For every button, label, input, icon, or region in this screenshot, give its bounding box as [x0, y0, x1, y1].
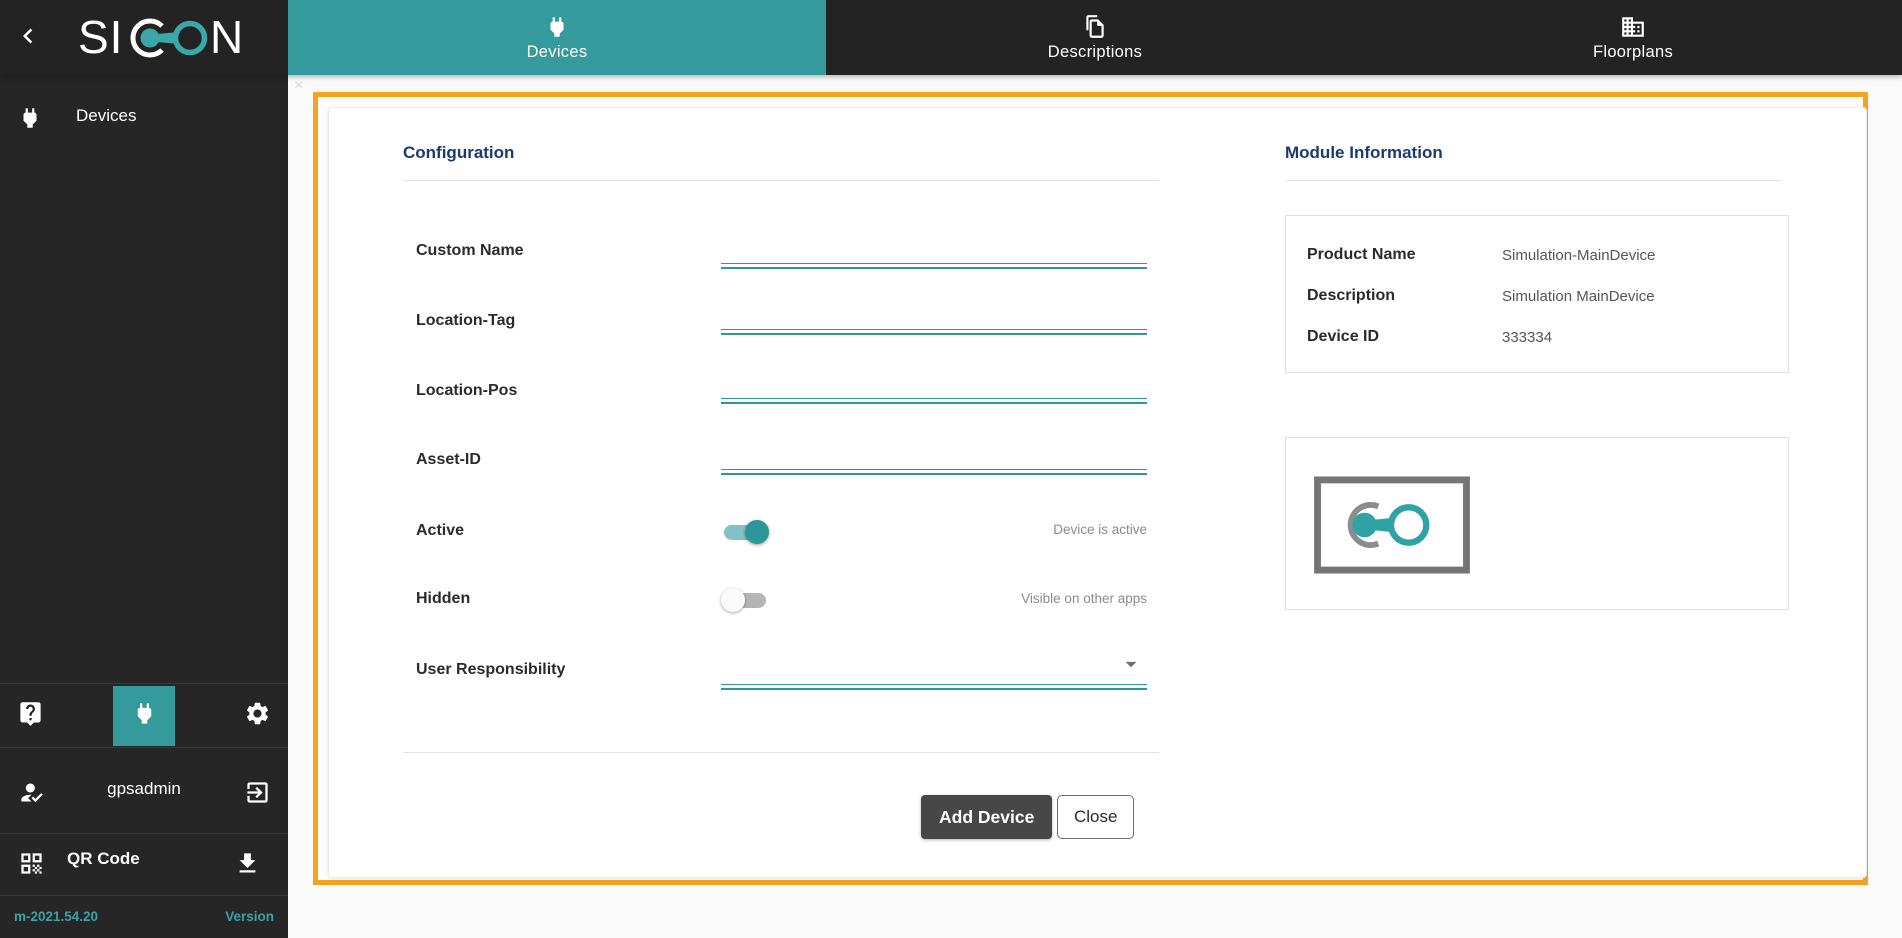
user-responsibility-label: User Responsibility [416, 661, 565, 679]
tab-devices-label: Devices [527, 43, 588, 62]
plug-icon [131, 700, 158, 732]
version-label: Version [225, 909, 274, 924]
sidebar-item-devices[interactable]: Devices [0, 93, 288, 143]
settings-button[interactable] [244, 700, 271, 732]
download-icon [234, 864, 261, 881]
device-id-value: 333334 [1502, 329, 1552, 346]
main-content: × Configuration Custom Name Location-Tag… [288, 75, 1902, 938]
tab-devices[interactable]: Devices [288, 0, 826, 75]
divider [0, 683, 288, 684]
user-row: gpsadmin [0, 747, 288, 833]
building-icon [1620, 14, 1646, 40]
asset-id-label: Asset-ID [416, 451, 481, 469]
plug-icon [17, 105, 43, 136]
active-label: Active [416, 522, 464, 540]
tab-descriptions-label: Descriptions [1048, 43, 1142, 62]
custom-name-label: Custom Name [416, 242, 524, 260]
svg-text:SI: SI [78, 11, 123, 63]
active-hint: Device is active [721, 522, 1147, 537]
version-row: m-2021.54.20 Version [0, 895, 288, 938]
download-qr-button[interactable] [234, 850, 261, 882]
hidden-label: Hidden [416, 590, 470, 608]
sidebar-icon-row [0, 686, 288, 746]
location-pos-input[interactable] [721, 398, 1147, 404]
sicon-logo: SI N [76, 11, 248, 68]
module-info-card: Product Name Simulation-MainDevice Descr… [1285, 215, 1789, 373]
hidden-hint: Visible on other apps [721, 591, 1147, 606]
sidebar-item-devices-label: Devices [76, 106, 136, 126]
help-button[interactable] [17, 700, 44, 732]
qr-code-label: QR Code [67, 849, 140, 869]
device-id-label: Device ID [1307, 328, 1379, 346]
tab-floorplans-label: Floorplans [1593, 43, 1673, 62]
module-logo-card [1285, 437, 1789, 610]
dropdown-arrow-icon[interactable] [1118, 651, 1144, 682]
location-tag-input[interactable] [721, 329, 1147, 335]
chevron-left-icon [13, 21, 43, 56]
gear-icon [244, 714, 271, 731]
svg-text:N: N [210, 11, 243, 63]
back-button[interactable] [12, 22, 44, 54]
device-panel: Configuration Custom Name Location-Tag L… [328, 107, 1867, 878]
asset-id-input[interactable] [721, 469, 1147, 475]
version-value: m-2021.54.20 [14, 909, 98, 924]
product-name-label: Product Name [1307, 246, 1415, 264]
divider [1285, 180, 1782, 181]
plug-icon [544, 14, 570, 40]
sidebar: Devices [0, 75, 288, 938]
exit-icon [244, 793, 271, 810]
divider [403, 752, 1159, 753]
faint-close-icon[interactable]: × [294, 77, 303, 95]
app-window: SI N Devices [0, 0, 1902, 938]
documents-icon [1082, 14, 1108, 40]
divider [403, 180, 1159, 181]
devices-module-button[interactable] [113, 686, 175, 746]
add-device-button[interactable]: Add Device [921, 795, 1052, 839]
tab-floorplans[interactable]: Floorplans [1364, 0, 1902, 75]
custom-name-input[interactable] [721, 263, 1147, 269]
module-information-title: Module Information [1285, 143, 1443, 163]
description-value: Simulation MainDevice [1502, 288, 1655, 305]
location-tag-label: Location-Tag [416, 312, 515, 330]
tab-bar: Devices Descriptions Floorplans [288, 0, 1902, 75]
topbar: SI N Devices [0, 0, 1902, 75]
description-label: Description [1307, 287, 1395, 305]
location-pos-label: Location-Pos [416, 382, 517, 400]
user-responsibility-select[interactable] [721, 684, 1147, 690]
module-logo [1313, 476, 1471, 579]
tab-descriptions[interactable]: Descriptions [826, 0, 1364, 75]
product-name-value: Simulation-MainDevice [1502, 247, 1655, 264]
configuration-title: Configuration [403, 143, 514, 163]
help-icon [17, 714, 44, 731]
logout-button[interactable] [244, 779, 271, 811]
qr-code-row[interactable]: QR Code [0, 833, 288, 895]
close-button[interactable]: Close [1057, 795, 1134, 839]
qr-code-icon [18, 850, 45, 882]
